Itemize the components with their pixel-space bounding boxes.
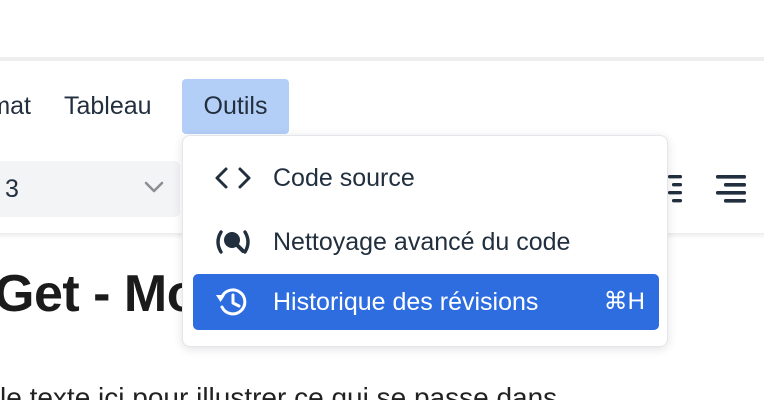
search-code-icon [216, 230, 250, 254]
block-format-select[interactable]: 3 [0, 161, 180, 217]
align-justify-icon[interactable] [668, 173, 682, 205]
outils-dropdown-menu: Code source Nettoyage avancé du code His… [182, 135, 668, 347]
menu-item-historique-revisions[interactable]: Historique des révisions ⌘H [193, 274, 659, 330]
chevron-down-icon [144, 181, 164, 193]
menu-item-label: Historique des révisions [273, 288, 539, 316]
menu-outils-label: Outils [203, 92, 268, 120]
editor-page: rmat Tableau Outils 3 Get - Mo le texte … [0, 0, 764, 400]
top-area [0, 0, 764, 57]
document-paragraph[interactable]: le texte ici pour illustrer ce qui se pa… [0, 382, 557, 400]
menu-item-label: Code source [273, 164, 415, 192]
menu-item-nettoyage-code[interactable]: Nettoyage avancé du code [193, 214, 659, 270]
menu-tableau-label: Tableau [64, 92, 152, 120]
menu-item-code-source[interactable]: Code source [193, 150, 659, 206]
menu-outils[interactable]: Outils [182, 79, 289, 134]
shortcut-label: ⌘H [603, 288, 645, 315]
menu-format-label: rmat [0, 92, 31, 120]
menu-format[interactable]: rmat [0, 79, 41, 134]
menu-tableau[interactable]: Tableau [64, 79, 152, 134]
align-right-icon[interactable] [714, 173, 748, 205]
block-format-value: 3 [5, 175, 19, 203]
document-heading[interactable]: Get - Mo [0, 264, 198, 324]
menubar: rmat Tableau Outils [0, 61, 764, 137]
code-icon [215, 167, 251, 189]
menu-item-label: Nettoyage avancé du code [273, 228, 571, 256]
history-icon [216, 288, 247, 316]
